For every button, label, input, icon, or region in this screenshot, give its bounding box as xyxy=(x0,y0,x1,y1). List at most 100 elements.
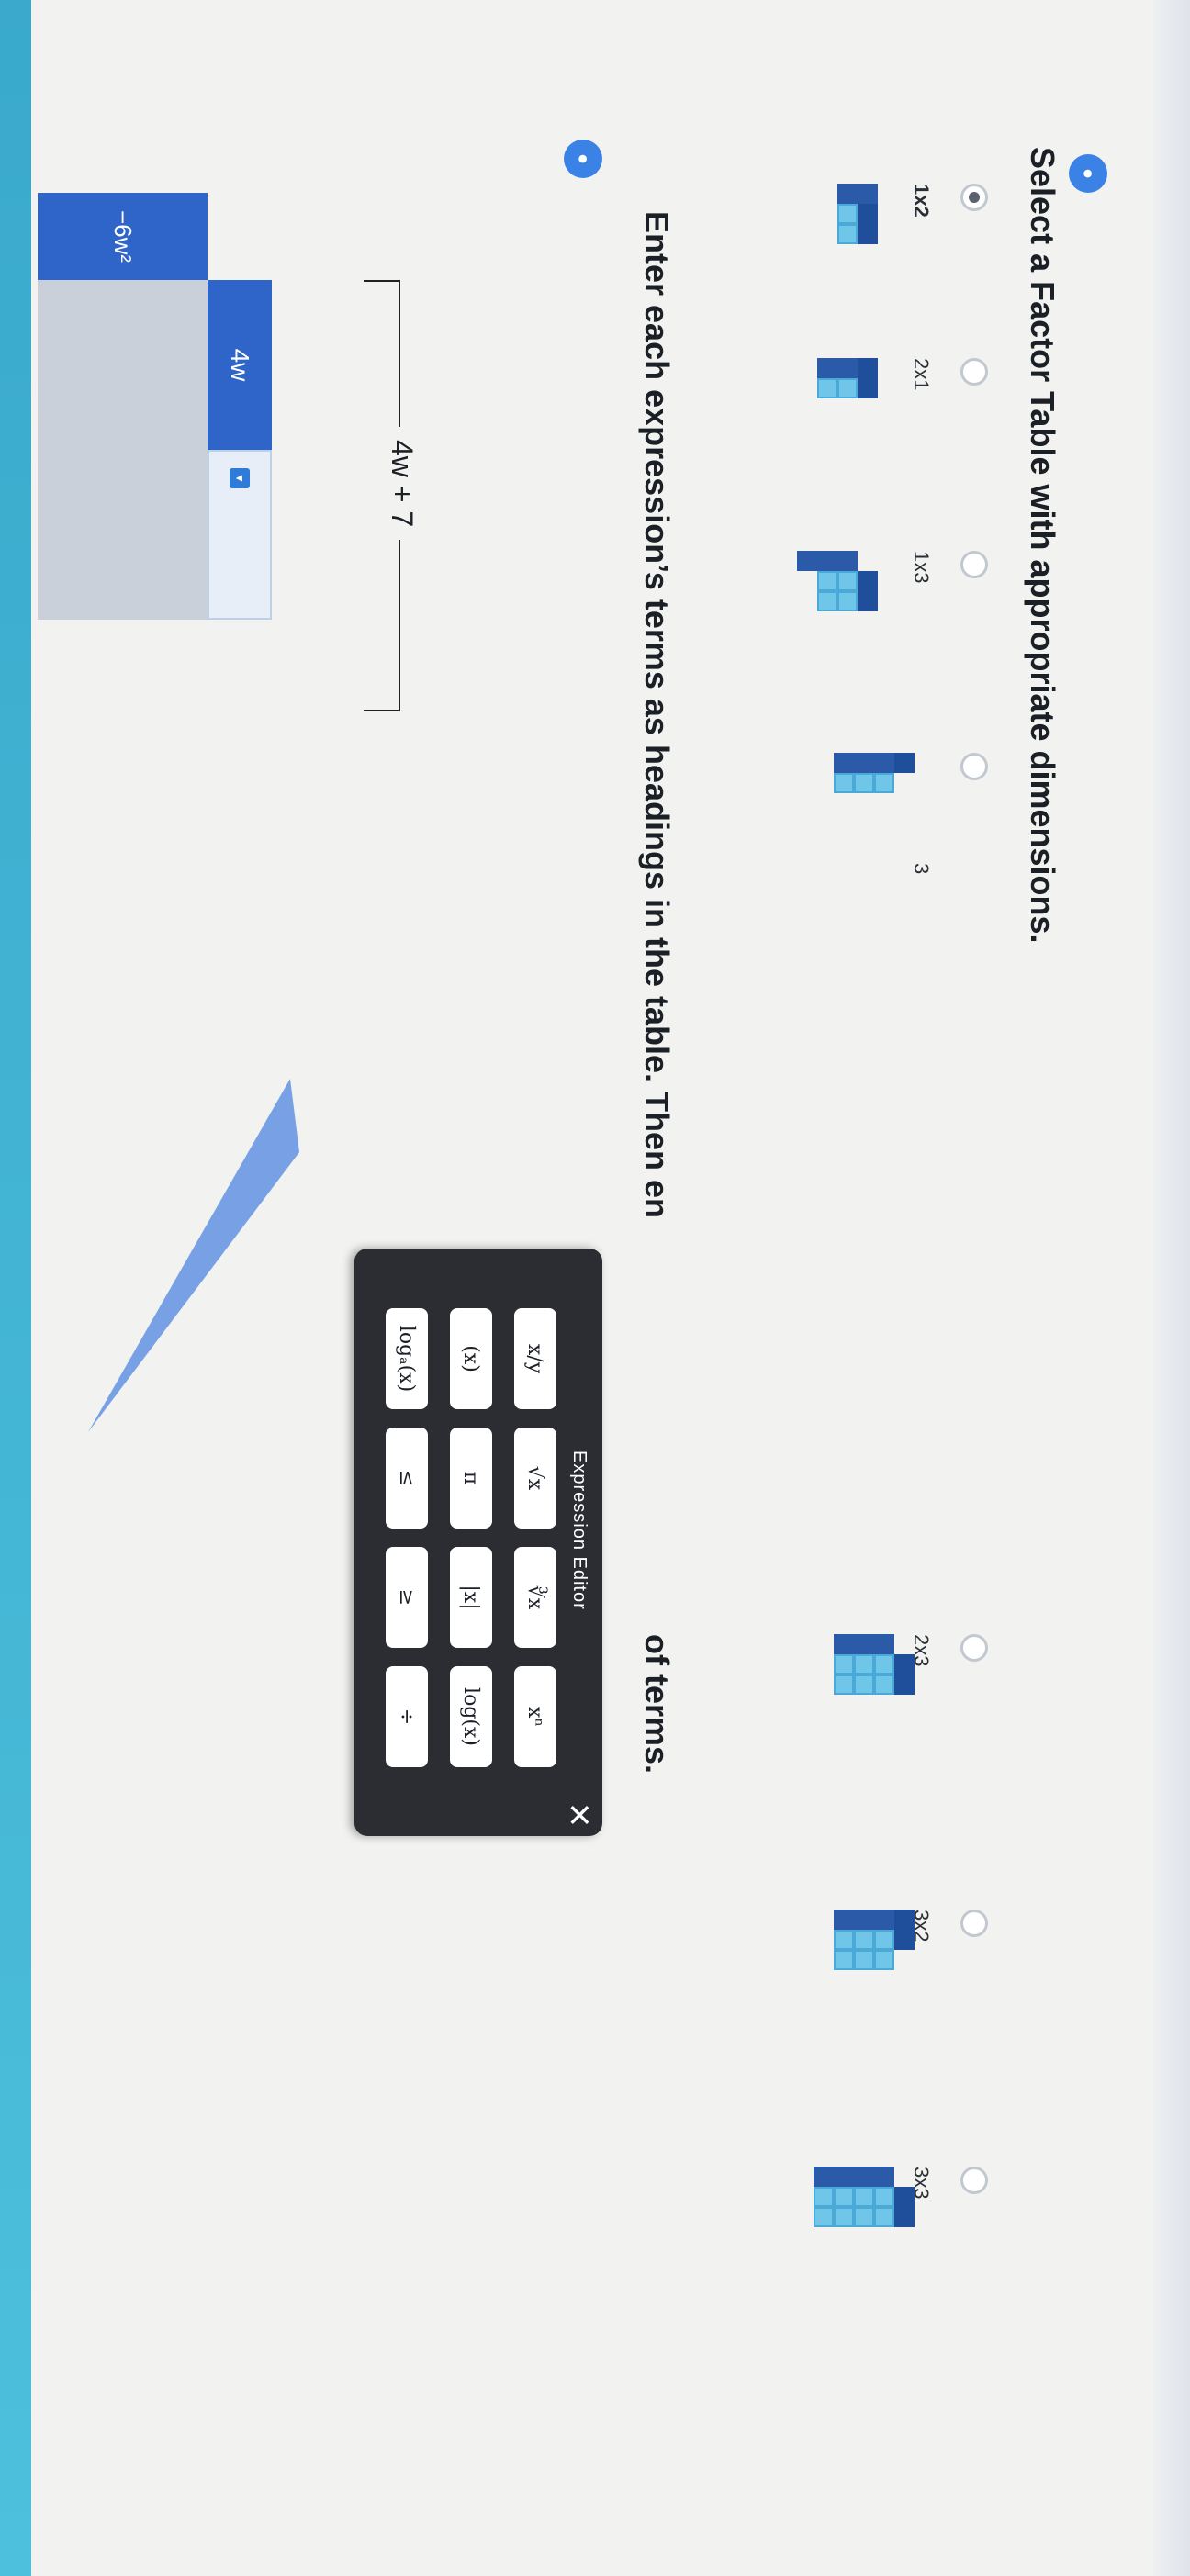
option-3x2-radio[interactable] xyxy=(960,1910,988,1937)
question-2-marker-glyph: ● xyxy=(573,152,593,165)
option-2x1-label: 2x1 xyxy=(910,358,933,391)
key-log-base[interactable]: logₐ(x) xyxy=(386,1308,428,1409)
tile xyxy=(854,1674,874,1695)
table-corner xyxy=(208,193,272,280)
close-icon[interactable]: ✕ xyxy=(560,1799,597,1831)
tile xyxy=(837,571,858,591)
bottom-bar-strip xyxy=(0,0,31,2576)
tile xyxy=(814,2187,834,2207)
tile xyxy=(874,2187,894,2207)
tile xyxy=(817,551,837,571)
tile xyxy=(854,2187,874,2207)
key-absolute-value[interactable]: |x| xyxy=(450,1547,492,1648)
tile xyxy=(858,571,878,591)
tile xyxy=(894,753,915,773)
key-exponent[interactable]: xⁿ xyxy=(514,1666,556,1767)
bottom-bar xyxy=(0,0,31,2576)
tile xyxy=(837,184,858,204)
tile xyxy=(834,2187,854,2207)
column-header-1[interactable]: 4w xyxy=(208,280,272,450)
tile xyxy=(834,753,854,773)
tile xyxy=(894,1654,915,1674)
tile xyxy=(874,1930,894,1950)
tile xyxy=(894,2207,915,2227)
table-cell[interactable] xyxy=(38,450,208,620)
column-header-2-input[interactable]: ▼ xyxy=(208,450,272,620)
tile xyxy=(854,1654,874,1674)
table-cell[interactable] xyxy=(38,280,208,450)
tile xyxy=(834,1674,854,1695)
tile xyxy=(854,753,874,773)
question-2-marker: ● xyxy=(564,140,602,178)
tile xyxy=(874,2207,894,2227)
option-3-radio[interactable] xyxy=(960,753,988,780)
tile xyxy=(858,378,878,398)
tile xyxy=(854,1634,874,1654)
rotated-page: ● Select a Factor Table with appropriate… xyxy=(0,0,1190,2576)
key-fraction[interactable]: x/y xyxy=(514,1308,556,1409)
tile xyxy=(858,591,878,611)
option-3x3-radio[interactable] xyxy=(960,2167,988,2194)
tile xyxy=(817,358,837,378)
tile xyxy=(834,2207,854,2227)
tile xyxy=(817,571,837,591)
tile xyxy=(837,204,858,224)
expression-editor-title: Expression Editor xyxy=(569,1450,589,1610)
option-1x3-label: 1x3 xyxy=(910,551,933,584)
tile xyxy=(834,1930,854,1950)
callout-triangle xyxy=(88,1079,299,1432)
tile xyxy=(817,591,837,611)
key-pi[interactable]: π xyxy=(450,1428,492,1529)
tile xyxy=(858,224,878,244)
key-parentheses[interactable]: (x) xyxy=(450,1308,492,1409)
tile xyxy=(874,1634,894,1654)
tile xyxy=(837,358,858,378)
expression-label: 4w + 7 xyxy=(385,427,419,541)
tile xyxy=(858,184,878,204)
tile xyxy=(874,1910,894,1930)
tile xyxy=(858,358,878,378)
question-1-marker-glyph: ● xyxy=(1078,167,1098,180)
chevron-down-icon[interactable]: ▼ xyxy=(230,468,250,488)
top-toolbar xyxy=(1153,0,1190,2576)
tile xyxy=(837,591,858,611)
key-square-root[interactable]: √x xyxy=(514,1428,556,1529)
tile xyxy=(837,378,858,398)
question-1-prompt: Select a Factor Table with appropriate d… xyxy=(1024,147,1061,944)
key-greater-equal[interactable]: ≥ xyxy=(386,1547,428,1648)
option-2x1-radio[interactable] xyxy=(960,358,988,386)
tile xyxy=(814,2207,834,2227)
question-1-marker: ● xyxy=(1069,154,1107,193)
tile xyxy=(854,773,874,793)
option-3-label: 3 xyxy=(910,863,933,875)
tile xyxy=(854,1910,874,1930)
tile xyxy=(837,224,858,244)
tile xyxy=(834,1634,854,1654)
tile xyxy=(817,378,837,398)
tile xyxy=(834,773,854,793)
tile xyxy=(894,2187,915,2207)
option-1x3-radio[interactable] xyxy=(960,551,988,578)
key-nth-root[interactable]: ∛x xyxy=(514,1547,556,1648)
tile xyxy=(894,1930,915,1950)
tile xyxy=(874,1654,894,1674)
tile xyxy=(874,1674,894,1695)
tile xyxy=(834,1910,854,1930)
option-1x2-label: 1x2 xyxy=(910,184,933,218)
key-less-equal[interactable]: ≤ xyxy=(386,1428,428,1529)
tile xyxy=(854,2207,874,2227)
key-divide[interactable]: ÷ xyxy=(386,1666,428,1767)
tile xyxy=(834,1950,854,1970)
tile xyxy=(894,1910,915,1930)
question-2-prompt-tail: of terms. xyxy=(638,1634,676,1775)
screen: ● Select a Factor Table with appropriate… xyxy=(0,0,1190,2576)
tile xyxy=(874,773,894,793)
row-header-1[interactable]: −6w² xyxy=(38,193,208,280)
tile xyxy=(814,2167,834,2187)
tile xyxy=(834,2167,854,2187)
key-log[interactable]: log(x) xyxy=(450,1666,492,1767)
option-1x2-radio[interactable] xyxy=(960,184,988,211)
option-2x3-radio[interactable] xyxy=(960,1634,988,1662)
tile xyxy=(874,2167,894,2187)
tile xyxy=(854,1950,874,1970)
